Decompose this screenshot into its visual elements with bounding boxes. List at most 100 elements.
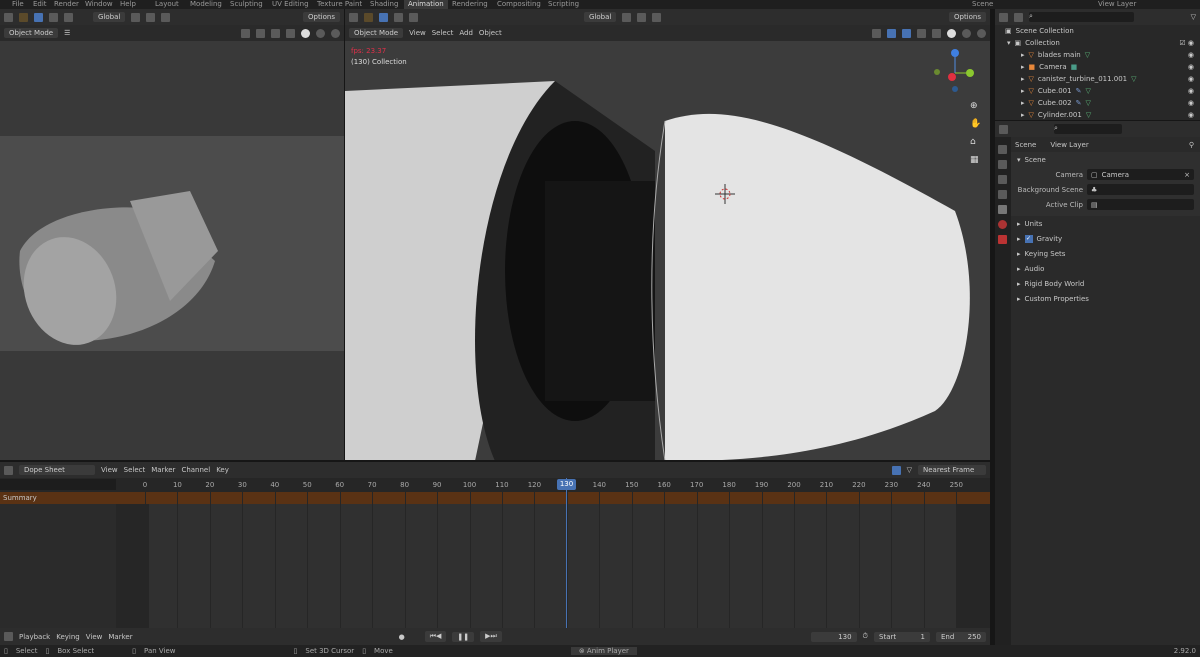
left-viewport[interactable]: Global Options Object Mode ☰ [0,9,344,460]
panel-gravity[interactable]: ▸ ✓ Gravity [995,231,1200,246]
xray-icon[interactable] [271,28,280,38]
wireframe-shading-icon[interactable] [932,28,941,38]
eye-icon[interactable]: ◉ [1188,51,1194,59]
panel-custom-properties[interactable]: ▸ Custom Properties [995,291,1200,306]
menu-render[interactable]: Render [54,0,79,9]
snap-icon[interactable] [146,12,156,22]
active-clip-field[interactable]: ▤ [1087,199,1194,210]
tab-animation[interactable]: Animation [404,0,448,9]
menu-select[interactable]: Select [124,466,146,474]
eye-icon[interactable]: ◉ [1188,63,1194,71]
panel-units[interactable]: ▸ Units [995,216,1200,231]
menu-marker[interactable]: Marker [151,466,175,474]
tab-compositing[interactable]: Compositing [497,0,541,9]
filter-view-icon[interactable] [1014,12,1023,22]
menu-edit[interactable]: Edit [33,0,47,9]
tab-layout[interactable]: Layout [155,0,179,9]
grid-ortho-icon[interactable]: ▦ [970,155,981,165]
current-frame-field[interactable]: 130 [810,631,857,642]
snap-dropdown[interactable]: Nearest Frame [918,465,986,475]
material-shading-icon[interactable] [316,28,325,38]
eye-icon[interactable]: ◉ [1188,75,1194,83]
eye-icon[interactable]: ☑ ◉ [1179,39,1194,47]
jump-end-button[interactable]: ▶⏭ [480,631,502,642]
rendered-shading-icon[interactable] [331,28,340,38]
editor-type-icon[interactable] [349,12,358,22]
tab-uv-editing[interactable]: UV Editing [272,0,309,9]
select-mode-icon[interactable] [409,12,418,22]
record-button[interactable]: ● [399,633,405,641]
scene-panel-header[interactable]: ▾ Scene [995,152,1200,167]
pause-button[interactable]: ❚❚ [452,631,475,642]
select-mode-icon[interactable] [34,12,43,22]
solid-shading-icon[interactable] [301,28,310,38]
mode-dropdown[interactable]: Object Mode [4,28,59,38]
menu-view[interactable]: View [101,466,118,474]
select-mode-icon[interactable] [394,12,403,22]
outliner-scene-collection[interactable]: ▣ Scene Collection [995,25,1200,37]
keying-menu[interactable]: Keying [56,633,80,641]
eye-icon[interactable]: ◉ [1188,111,1194,119]
clear-icon[interactable]: × [1184,171,1190,179]
world-tab-icon[interactable] [998,220,1007,229]
tab-shading[interactable]: Shading [370,0,398,9]
view-layer-selector[interactable]: View Layer [1098,0,1136,9]
overlay-icon[interactable] [256,28,265,38]
editor-type-icon[interactable] [4,632,13,641]
render-tab-icon[interactable] [998,160,1007,169]
frame-ruler[interactable]: 0 10 20 30 40 50 60 70 80 90 100 110 120 140 150 160 170… [0,478,990,492]
only-selected-icon[interactable] [891,465,901,475]
menu-add[interactable]: Add [459,29,473,37]
navigation-gizmo[interactable] [930,45,980,95]
filter-icon[interactable]: ▽ [1191,13,1196,21]
mode-dropdown[interactable]: Object Mode [349,28,404,38]
menu-view[interactable]: View [409,29,426,37]
pan-hand-icon[interactable]: ✋ [970,119,981,129]
snap-icon[interactable] [637,12,647,22]
tab-modeling[interactable]: Modeling [190,0,222,9]
transform-orientation-dropdown[interactable]: Global [93,12,126,22]
pivot-icon[interactable] [622,12,632,22]
outliner-search-input[interactable]: ⌕ [1029,12,1134,22]
zoom-icon[interactable]: ⊕ [970,101,981,111]
outliner-item[interactable]: ▸ ▽ blades main ▽ ◉ [995,49,1200,61]
panel-rigid-body-world[interactable]: ▸ Rigid Body World [995,276,1200,291]
menu-window[interactable]: Window [85,0,113,9]
gravity-checkbox[interactable]: ✓ [1024,234,1033,243]
options-dropdown[interactable]: Options [302,12,340,22]
rendered-shading-icon[interactable] [977,28,986,38]
jump-start-button[interactable]: ⏮◀ [424,631,447,642]
menu-channel[interactable]: Channel [181,466,210,474]
outliner-collection[interactable]: ▾ ▣ Collection ☑ ◉ [995,37,1200,49]
anim-player-status[interactable]: ⊗ Anim Player [570,647,637,655]
panel-audio[interactable]: ▸ Audio [995,261,1200,276]
options-dropdown[interactable]: Options [948,12,986,22]
end-frame-field[interactable]: End 250 [936,631,986,642]
dope-sheet[interactable]: Dope Sheet View Select Marker Channel Ke… [0,462,990,628]
background-scene-field[interactable]: ♣ [1087,184,1194,195]
stopwatch-icon[interactable]: ⏱ [863,632,868,641]
show-gizmo-icon[interactable] [887,28,896,38]
editor-type-icon[interactable] [999,124,1008,134]
menu-select[interactable]: Select [432,29,454,37]
gizmo-icon[interactable] [241,28,250,38]
scene-breadcrumb[interactable]: Scene [1015,141,1036,149]
select-tool-icon[interactable] [19,12,28,22]
properties-search-input[interactable]: ⌕ [1054,124,1122,134]
select-tool-icon[interactable] [364,12,373,22]
summary-row[interactable]: Summary [0,492,990,504]
channel-search-input[interactable] [0,479,116,490]
editor-type-icon[interactable] [4,12,13,22]
proportional-edit-icon[interactable] [161,12,171,22]
main-viewport[interactable]: Global Options Object Mode View Select A… [345,9,990,460]
scene-selector[interactable]: Scene [972,0,993,9]
expand-arrow-icon[interactable]: ▾ [1007,39,1011,47]
menu-object[interactable]: Object [479,29,502,37]
pin-icon[interactable]: ⚲ [1189,141,1194,149]
eye-icon[interactable]: ◉ [1188,87,1194,95]
outliner-item[interactable]: ▸ ▽ Cube.001 ✎ ▽ ◉ [995,85,1200,97]
camera-field[interactable]: ▢ Camera × [1087,169,1194,180]
wireframe-shading-icon[interactable] [286,28,295,38]
menu-key[interactable]: Key [216,466,229,474]
current-frame-badge[interactable]: 130 [557,479,576,490]
